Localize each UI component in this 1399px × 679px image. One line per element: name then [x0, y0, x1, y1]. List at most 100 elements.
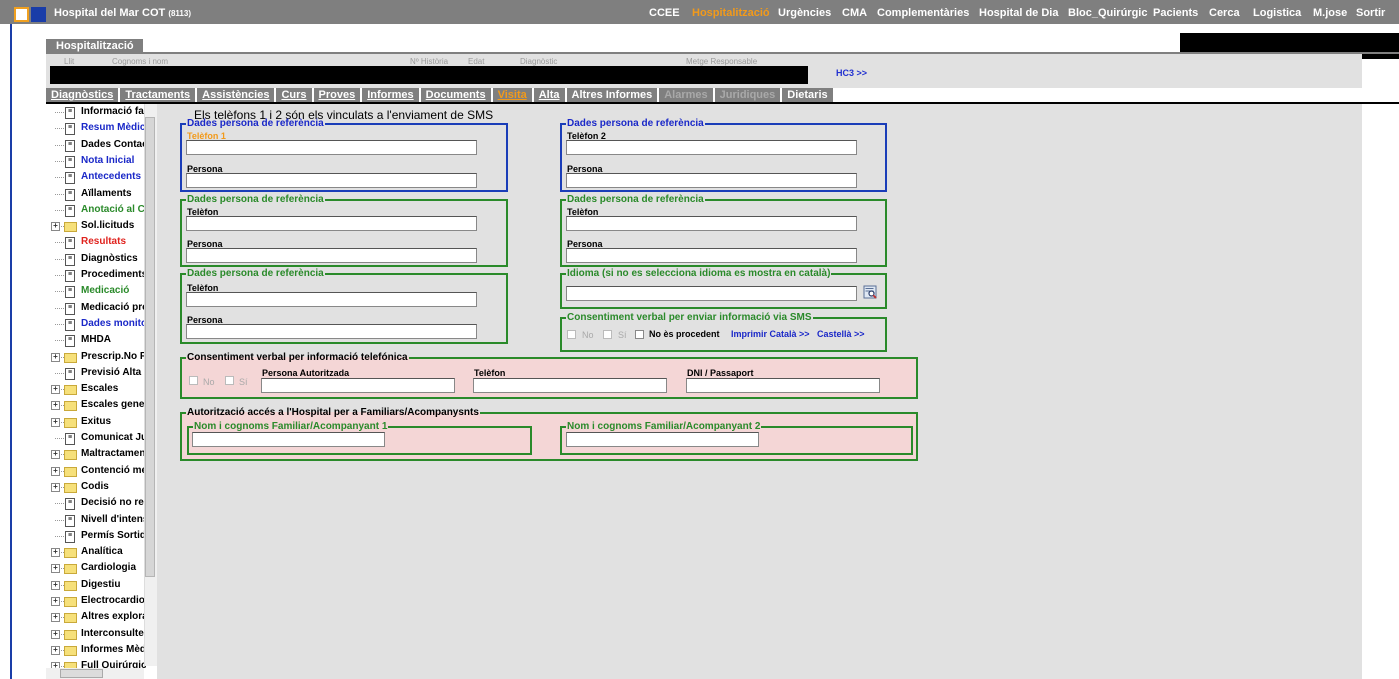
- tree-item[interactable]: + Maltractament: [46, 448, 146, 464]
- companion-1-input[interactable]: [192, 432, 385, 447]
- tree-item[interactable]: ≡ Previsió Alta / A: [46, 367, 146, 383]
- phone-3-input[interactable]: [186, 216, 477, 231]
- hospitalitzacio-tab[interactable]: Hospitalització: [46, 39, 143, 53]
- print-catalan-link[interactable]: Imprimir Català >>: [731, 329, 810, 339]
- tree-item[interactable]: ≡ Resultats: [46, 236, 146, 252]
- tree-item[interactable]: ≡ Comunicat Jud: [46, 432, 146, 448]
- person-1-input[interactable]: [186, 173, 477, 188]
- tab-documents[interactable]: Documents: [420, 88, 491, 102]
- person-4-input[interactable]: [566, 248, 857, 263]
- search-icon[interactable]: [863, 285, 877, 299]
- tree-item[interactable]: + Informes Mèdic: [46, 644, 146, 660]
- tree-item[interactable]: + Escales: [46, 383, 146, 399]
- language-input[interactable]: [566, 286, 857, 301]
- menu-pacients[interactable]: Pacients: [1153, 7, 1198, 19]
- menu-sortir[interactable]: Sortir: [1356, 7, 1385, 19]
- tree-item[interactable]: + Codis: [46, 481, 146, 497]
- expand-icon[interactable]: +: [51, 580, 60, 590]
- expand-icon[interactable]: +: [51, 629, 60, 639]
- phone-2-input[interactable]: [566, 140, 857, 155]
- person-2-input[interactable]: [566, 173, 857, 188]
- companion-2-input[interactable]: [566, 432, 759, 447]
- tab-curs[interactable]: Curs: [276, 88, 312, 102]
- person-5-input[interactable]: [186, 324, 477, 339]
- tab-proves[interactable]: Proves: [313, 88, 361, 102]
- phone-1-input[interactable]: [186, 140, 477, 155]
- menu-complementaries[interactable]: Complementàries: [877, 7, 969, 19]
- folder-icon: [64, 597, 77, 607]
- expand-icon[interactable]: +: [51, 450, 60, 460]
- tree-item[interactable]: + Exitus: [46, 416, 146, 432]
- sms-not-applicable-checkbox[interactable]: [635, 330, 644, 339]
- folder-icon: [64, 352, 77, 363]
- tab-diagnostics[interactable]: Diagnòstics: [46, 88, 119, 102]
- tab-dietaris[interactable]: Dietaris: [782, 88, 833, 102]
- tree-item[interactable]: ≡ Antecedents: [46, 171, 146, 187]
- person-3-input[interactable]: [186, 248, 477, 263]
- authorized-person-input[interactable]: [261, 378, 455, 393]
- menu-hospitalitzacio[interactable]: Hospitalització: [692, 7, 770, 19]
- menu-user[interactable]: M.jose: [1313, 7, 1347, 19]
- tree-item[interactable]: ≡ Dades Contacte: [46, 139, 146, 155]
- dni-input[interactable]: [686, 378, 880, 393]
- tree-item[interactable]: + Escales genera: [46, 399, 146, 415]
- tree-item[interactable]: ≡ Permís Sortida: [46, 530, 146, 546]
- expand-icon[interactable]: +: [51, 482, 60, 492]
- tree-item[interactable]: ≡ Medicació: [46, 285, 146, 301]
- menu-urgencies[interactable]: Urgències: [778, 7, 831, 19]
- tree-item[interactable]: + Contenció mec: [46, 465, 146, 481]
- menu-hospital-de-dia[interactable]: Hospital de Dia: [979, 7, 1058, 19]
- tree-item[interactable]: + Cardiologia: [46, 562, 146, 578]
- phone-5-input[interactable]: [186, 292, 477, 307]
- tree-item[interactable]: + Electrocardiogr: [46, 595, 146, 611]
- tree-item[interactable]: + Sol.licituds: [46, 220, 146, 236]
- menu-logistica[interactable]: Logistica: [1253, 7, 1301, 19]
- expand-icon[interactable]: +: [51, 645, 60, 655]
- phone-4-input[interactable]: [566, 216, 857, 231]
- tab-alta[interactable]: Alta: [533, 88, 565, 102]
- menu-ccee[interactable]: CCEE: [649, 7, 680, 19]
- expand-icon[interactable]: +: [51, 466, 60, 476]
- tree-item[interactable]: + Digestiu: [46, 579, 146, 595]
- expand-icon[interactable]: +: [51, 352, 60, 362]
- tree-item[interactable]: ≡ Dades monitor: [46, 318, 146, 334]
- tree-item[interactable]: ≡ Diagnòstics: [46, 253, 146, 269]
- tree-item[interactable]: + Analítica: [46, 546, 146, 562]
- tab-bar: Diagnòstics Tractaments Assistències Cur…: [46, 88, 835, 102]
- tree-item[interactable]: ≡ Procediments: [46, 269, 146, 285]
- tab-assistencies[interactable]: Assistències: [197, 88, 275, 102]
- tree-item[interactable]: + Prescrip.No Fa: [46, 351, 146, 367]
- expand-icon[interactable]: +: [51, 564, 60, 574]
- tree-item[interactable]: ≡ MHDA: [46, 334, 146, 350]
- menu-bloc-quirurgic[interactable]: Bloc_Quirúrgic: [1068, 7, 1147, 19]
- tab-altres-informes[interactable]: Altres Informes: [566, 88, 658, 102]
- menu-cma[interactable]: CMA: [842, 7, 867, 19]
- expand-icon[interactable]: +: [51, 222, 60, 232]
- tree-item[interactable]: ≡ Nota Inicial: [46, 155, 146, 171]
- tab-informes[interactable]: Informes: [362, 88, 419, 102]
- tree-item[interactable]: + Interconsultes: [46, 628, 146, 644]
- tree-item[interactable]: + Altres explorac: [46, 611, 146, 627]
- tree-item[interactable]: ≡ Nivell d'intensit: [46, 514, 146, 530]
- expand-icon[interactable]: +: [51, 597, 60, 606]
- tree-item[interactable]: ≡ Informació fam: [46, 106, 146, 122]
- expand-icon[interactable]: +: [51, 613, 60, 623]
- tree-hscroll-thumb[interactable]: [60, 669, 103, 678]
- tree-item[interactable]: ≡ Anotació al Cur: [46, 204, 146, 220]
- tab-visita[interactable]: Visita: [492, 88, 532, 102]
- print-spanish-link[interactable]: Castellà >>: [817, 329, 865, 339]
- tree-item[interactable]: ≡ Aïllaments: [46, 188, 146, 204]
- hc3-link[interactable]: HC3 >>: [836, 68, 867, 78]
- tab-tractaments[interactable]: Tractaments: [120, 88, 196, 102]
- tree-scroll-thumb[interactable]: [145, 117, 155, 577]
- expand-icon[interactable]: +: [51, 385, 60, 395]
- expand-icon[interactable]: +: [51, 417, 60, 427]
- expand-icon[interactable]: +: [51, 548, 60, 558]
- tree-item[interactable]: ≡ Resum Mèdic: [46, 122, 146, 138]
- tree-connector: [55, 144, 64, 146]
- expand-icon[interactable]: +: [51, 401, 60, 411]
- consent-phone-input[interactable]: [473, 378, 667, 393]
- menu-cerca[interactable]: Cerca: [1209, 7, 1240, 19]
- tree-item[interactable]: ≡ Medicació prev: [46, 302, 146, 318]
- tree-item[interactable]: ≡ Decisió no rean: [46, 497, 146, 513]
